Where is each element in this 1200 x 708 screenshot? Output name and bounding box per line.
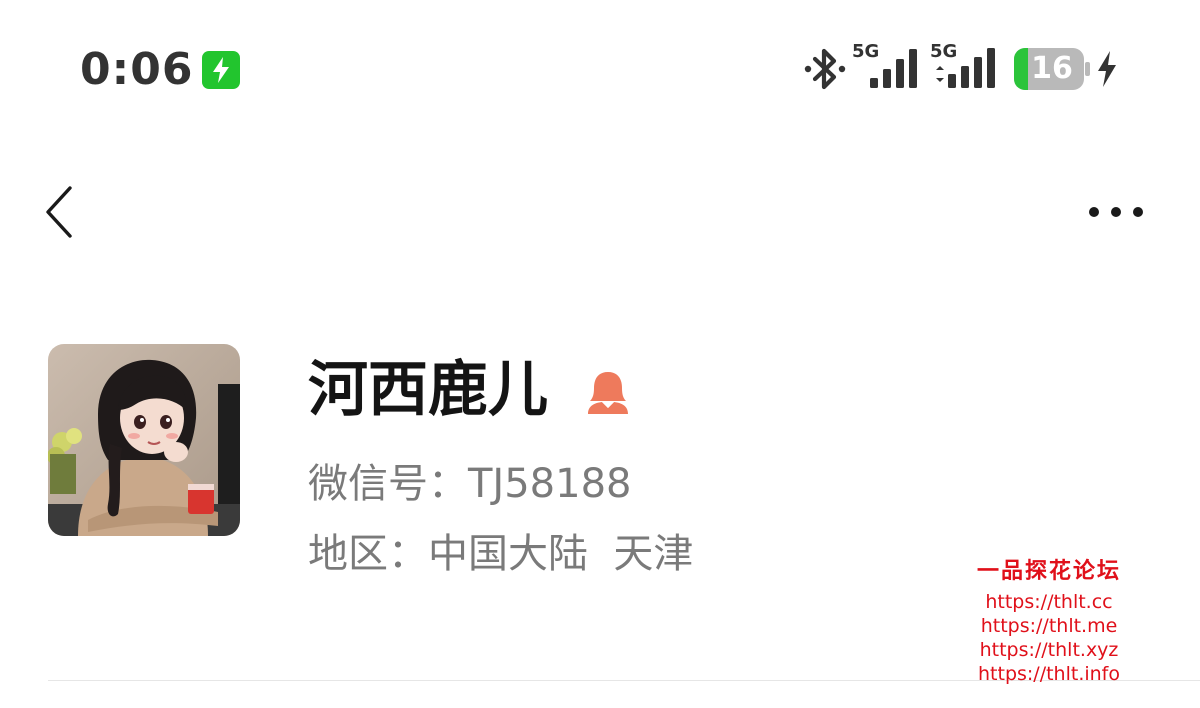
wechat-id: 微信号：TJ58188 (308, 461, 632, 507)
signal-icon (936, 48, 995, 88)
watermark-link: https://thlt.cc (985, 591, 1113, 613)
region: 地区：中国大陆 天津 (308, 531, 694, 577)
avatar[interactable] (48, 344, 240, 536)
watermark-link: https://thlt.xyz (979, 639, 1119, 661)
more-options-button[interactable] (1080, 192, 1152, 232)
watermark: 一品探花论坛 https://thlt.cc https://thlt.me h… (964, 558, 1134, 686)
battery-level-label: 16 (1031, 51, 1073, 86)
status-time: 0:06 (80, 44, 194, 95)
avatar-image (48, 344, 240, 536)
signal-strength-1: 5G (852, 42, 922, 92)
female-user-icon (584, 368, 632, 420)
watermark-link: https://thlt.info (978, 663, 1120, 685)
signal-icon (870, 49, 917, 88)
back-button[interactable] (36, 180, 86, 244)
more-dots-icon (1089, 207, 1143, 217)
watermark-link: https://thlt.me (980, 615, 1118, 637)
bluetooth-icon (804, 46, 846, 96)
back-chevron-icon (46, 186, 72, 238)
charging-icon (202, 51, 240, 89)
profile-name: 河西鹿儿 (308, 355, 548, 425)
watermark-title: 一品探花论坛 (976, 558, 1121, 584)
signal-strength-2: 5G (930, 42, 1000, 92)
bolt-icon (1096, 50, 1118, 92)
